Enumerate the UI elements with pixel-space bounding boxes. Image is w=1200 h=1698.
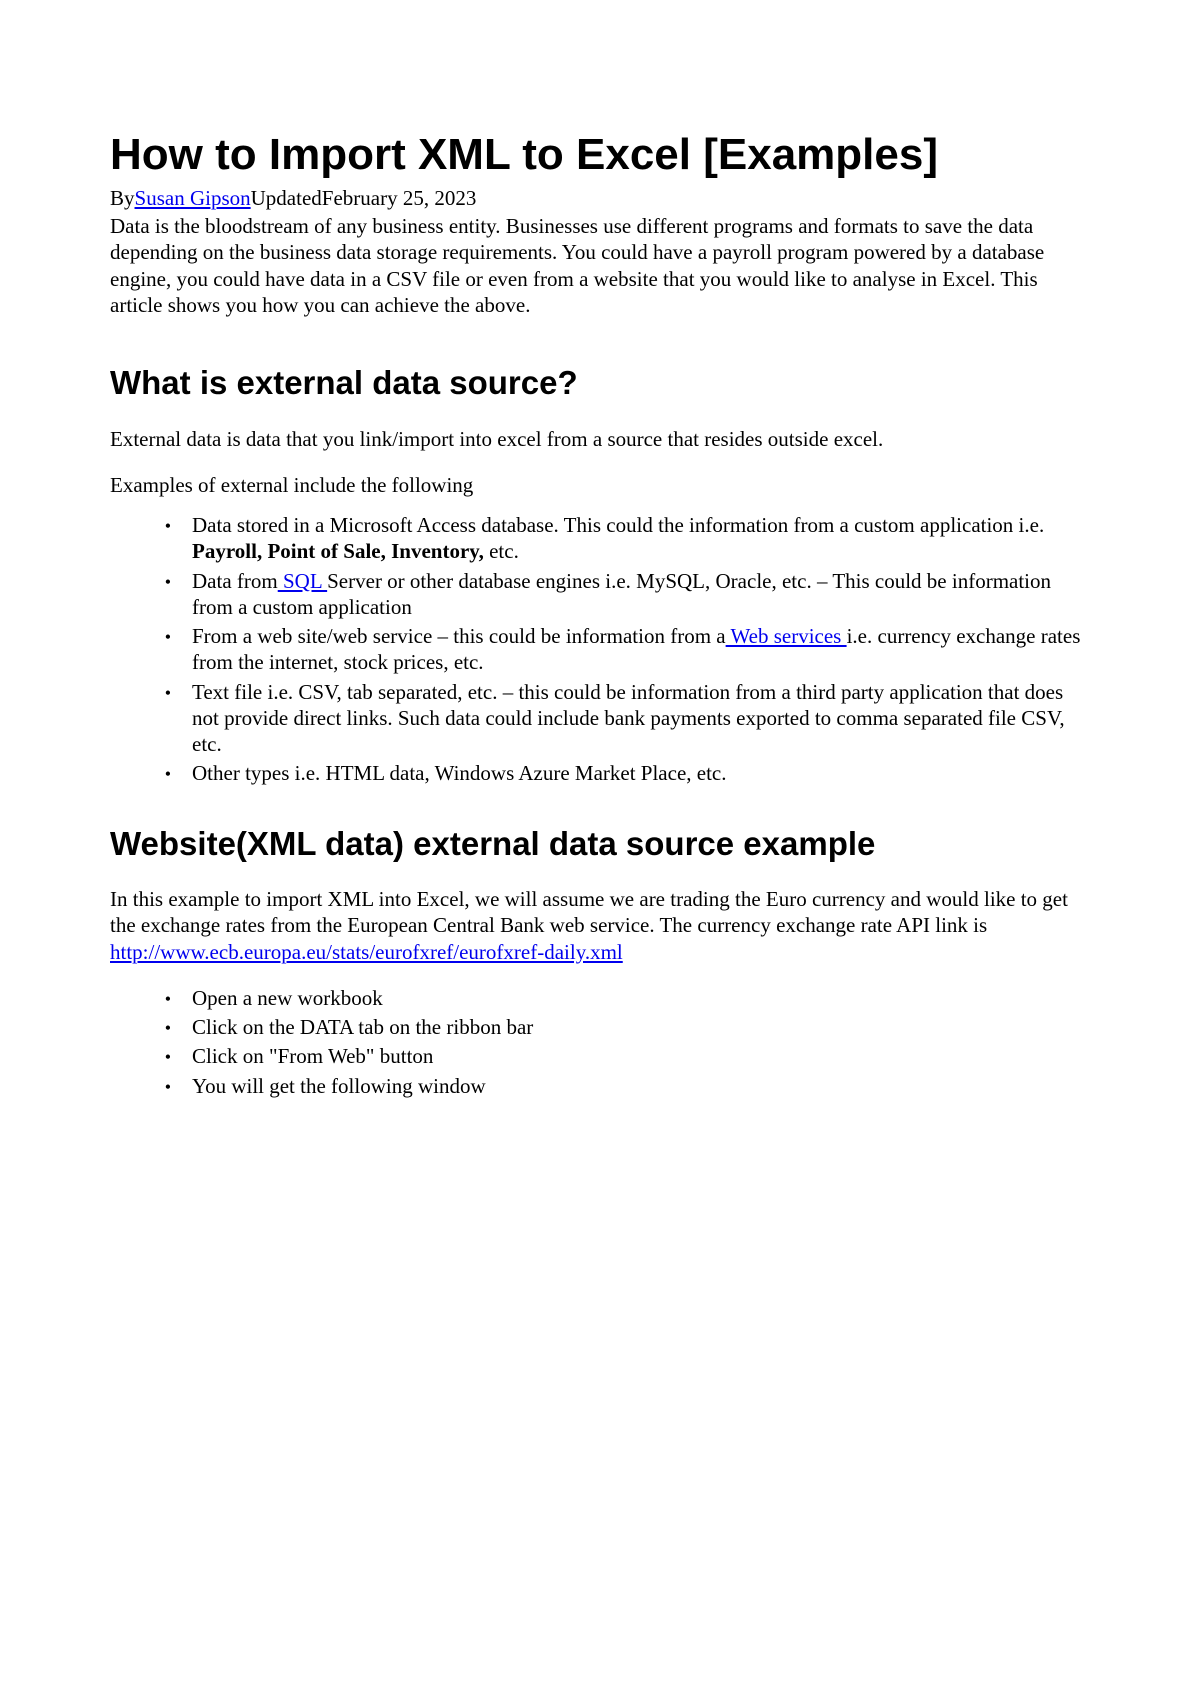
section2-heading: Website(XML data) external data source e… bbox=[110, 819, 1090, 869]
page-title: How to Import XML to Excel [Examples] bbox=[110, 130, 1090, 180]
updated-label: Updated bbox=[251, 186, 322, 210]
list-item: Data from SQL Server or other database e… bbox=[180, 568, 1090, 621]
list-item: Text file i.e. CSV, tab separated, etc. … bbox=[180, 679, 1090, 758]
by-label: By bbox=[110, 186, 135, 210]
list-item: Click on "From Web" button bbox=[180, 1043, 1090, 1069]
list-item: From a web site/web service – this could… bbox=[180, 623, 1090, 676]
list-item: Data stored in a Microsoft Access databa… bbox=[180, 512, 1090, 565]
ecb-link[interactable]: http://www.ecb.europa.eu/stats/eurofxref… bbox=[110, 940, 623, 964]
byline: BySusan GipsonUpdatedFebruary 25, 2023 bbox=[110, 186, 1090, 211]
list-text: Data stored in a Microsoft Access databa… bbox=[192, 513, 1044, 537]
updated-date: February 25, 2023 bbox=[322, 186, 477, 210]
section1-p1: External data is data that you link/impo… bbox=[110, 426, 1090, 452]
section2-list: Open a new workbook Click on the DATA ta… bbox=[110, 985, 1090, 1099]
list-text: etc. bbox=[484, 539, 519, 563]
list-item: Click on the DATA tab on the ribbon bar bbox=[180, 1014, 1090, 1040]
section2-p1-text: In this example to import XML into Excel… bbox=[110, 887, 1068, 937]
intro-paragraph: Data is the bloodstream of any business … bbox=[110, 213, 1090, 318]
list-item: You will get the following window bbox=[180, 1073, 1090, 1099]
list-text: From a web site/web service – this could… bbox=[192, 624, 726, 648]
web-services-link[interactable]: Web services bbox=[726, 624, 847, 648]
list-text: Data from bbox=[192, 569, 278, 593]
list-item: Other types i.e. HTML data, Windows Azur… bbox=[180, 760, 1090, 786]
list-bold: Payroll, Point of Sale, Inventory, bbox=[192, 539, 484, 563]
section2-p1: In this example to import XML into Excel… bbox=[110, 886, 1090, 965]
section1-heading: What is external data source? bbox=[110, 358, 1090, 408]
author-link[interactable]: Susan Gipson bbox=[135, 186, 251, 210]
section1-list: Data stored in a Microsoft Access databa… bbox=[110, 512, 1090, 787]
sql-link[interactable]: SQL bbox=[278, 569, 327, 593]
list-item: Open a new workbook bbox=[180, 985, 1090, 1011]
section1-p2: Examples of external include the followi… bbox=[110, 472, 1090, 498]
